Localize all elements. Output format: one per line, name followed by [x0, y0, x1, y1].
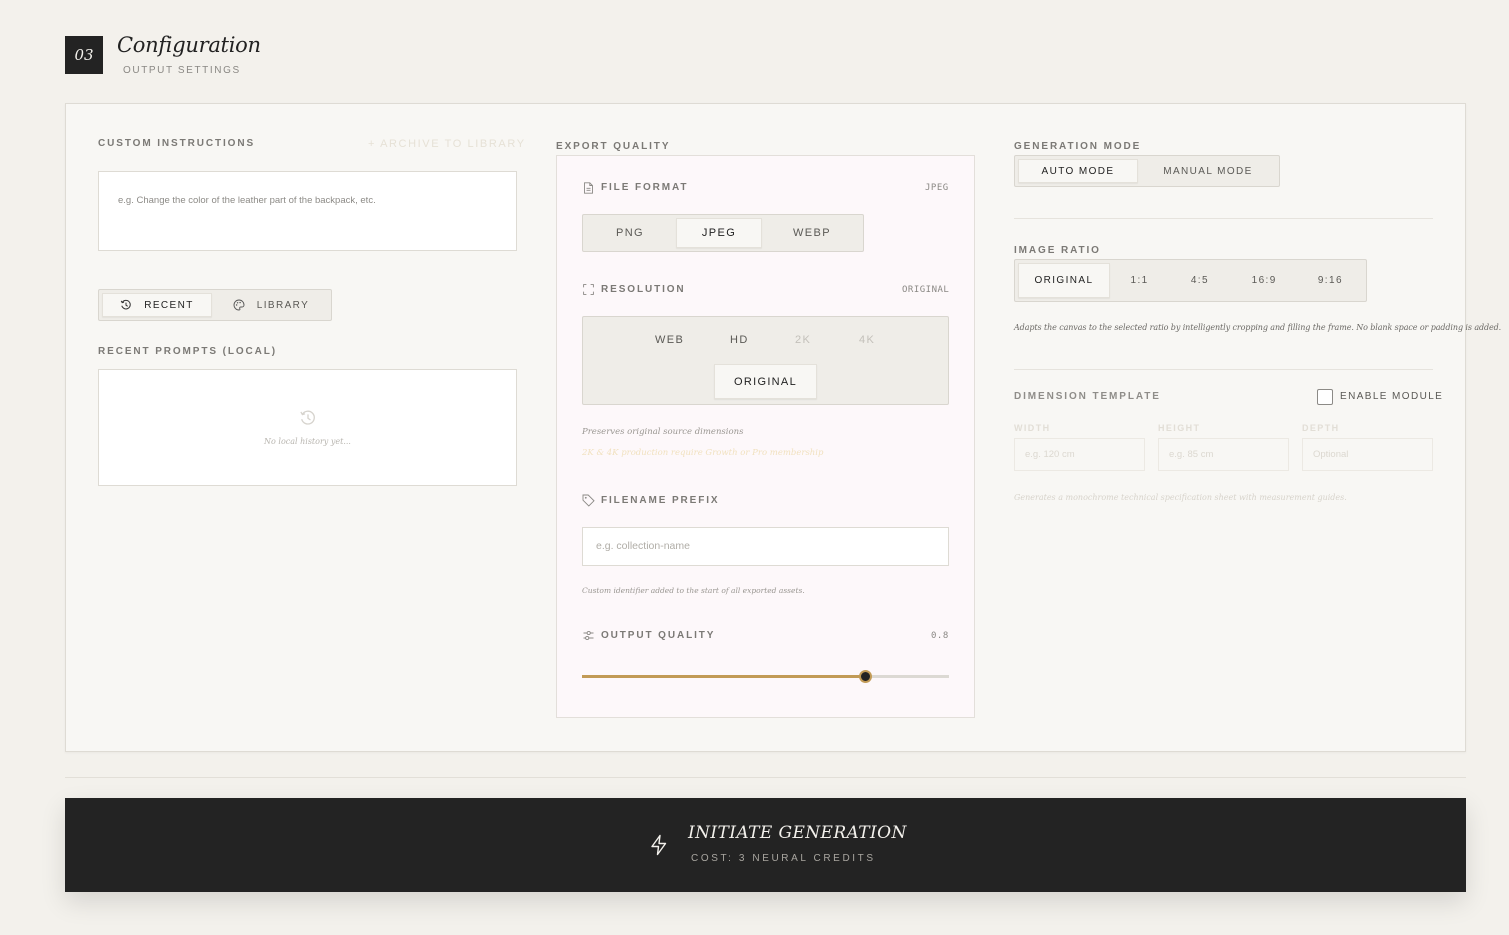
resolution-option-hd[interactable]: HD: [730, 334, 749, 346]
file-format-selector: PNG JPEG WEBP: [582, 214, 864, 252]
file-format-label: FILE FORMAT: [601, 182, 689, 193]
image-ratio-selector: ORIGINAL 1:1 4:5 16:9 9:16: [1014, 259, 1367, 302]
image-ratio-note: Adapts the canvas to the selected ratio …: [1014, 323, 1502, 332]
history-tabs: RECENT LIBRARY: [98, 289, 332, 321]
tab-library[interactable]: LIBRARY: [214, 293, 328, 317]
dimension-template-label: DIMENSION TEMPLATE: [1014, 391, 1161, 402]
sliders-icon: [583, 630, 594, 641]
section-number: 03: [74, 46, 94, 64]
history-empty-text: No local history yet...: [264, 437, 351, 446]
file-format-value: JPEG: [925, 183, 949, 193]
lightning-icon: [649, 834, 669, 856]
depth-label: DEPTH: [1302, 423, 1340, 433]
recent-prompts-list: No local history yet...: [98, 369, 517, 486]
ratio-option-16-9[interactable]: 16:9: [1233, 263, 1296, 298]
ratio-option-original[interactable]: ORIGINAL: [1018, 263, 1110, 298]
output-quality-slider[interactable]: [582, 670, 949, 683]
generation-cost: COST: 3 NEURAL CREDITS: [691, 853, 876, 864]
palette-icon: [233, 299, 245, 311]
mode-option-manual[interactable]: MANUAL MODE: [1140, 159, 1276, 183]
ratio-option-1-1[interactable]: 1:1: [1112, 263, 1167, 298]
image-ratio-label: IMAGE RATIO: [1014, 245, 1101, 256]
dimension-template-note: Generates a monochrome technical specifi…: [1014, 493, 1347, 502]
output-quality-value: 0.8: [931, 631, 949, 641]
recent-prompts-label: RECENT PROMPTS (LOCAL): [98, 346, 278, 357]
width-label: WIDTH: [1014, 423, 1051, 433]
page-subtitle: OUTPUT SETTINGS: [123, 65, 241, 76]
depth-placeholder: Optional: [1313, 449, 1349, 460]
resolution-upsell-note: 2K & 4K production require Growth or Pro…: [582, 448, 824, 458]
filename-prefix-input[interactable]: e.g. collection-name: [582, 527, 949, 566]
resolution-option-2k: 2K: [795, 334, 812, 346]
enable-module-label[interactable]: ENABLE MODULE: [1340, 391, 1443, 402]
custom-instructions-label: CUSTOM INSTRUCTIONS: [98, 138, 256, 149]
height-placeholder: e.g. 85 cm: [1169, 449, 1214, 460]
custom-instructions-placeholder: e.g. Change the color of the leather par…: [118, 195, 376, 206]
ratio-option-9-16[interactable]: 9:16: [1298, 263, 1363, 298]
resolution-value: ORIGINAL: [902, 285, 950, 295]
generation-mode-label: GENERATION MODE: [1014, 141, 1142, 152]
format-option-png[interactable]: PNG: [586, 218, 674, 248]
resolution-option-original[interactable]: ORIGINAL: [714, 364, 817, 399]
section-number-badge: 03: [65, 36, 103, 74]
export-quality-label: EXPORT QUALITY: [556, 141, 671, 152]
filename-prefix-placeholder: e.g. collection-name: [596, 540, 690, 552]
generation-mode-selector: AUTO MODE MANUAL MODE: [1014, 155, 1280, 187]
ratio-option-4-5[interactable]: 4:5: [1169, 263, 1230, 298]
footer-divider: [65, 777, 1466, 778]
initiate-generation-title: INITIATE GENERATION: [688, 823, 907, 843]
resolution-option-4k: 4K: [859, 334, 876, 346]
width-input: e.g. 120 cm: [1014, 438, 1145, 471]
tag-icon: [582, 494, 595, 507]
tab-recent-label: RECENT: [144, 299, 194, 311]
height-input: e.g. 85 cm: [1158, 438, 1289, 471]
width-placeholder: e.g. 120 cm: [1025, 449, 1075, 460]
output-quality-slider-thumb[interactable]: [858, 670, 872, 683]
format-option-jpeg[interactable]: JPEG: [676, 218, 762, 248]
custom-instructions-input[interactable]: e.g. Change the color of the leather par…: [98, 171, 517, 251]
filename-prefix-label: FILENAME PREFIX: [601, 495, 720, 506]
resolution-icon: [583, 284, 594, 295]
file-format-icon: [583, 182, 594, 194]
archive-to-library-link[interactable]: + ARCHIVE TO LIBRARY: [368, 138, 526, 150]
page-title: Configuration: [117, 33, 261, 57]
output-quality-label: OUTPUT QUALITY: [601, 630, 716, 641]
enable-module-checkbox[interactable]: [1317, 389, 1333, 405]
tab-library-label: LIBRARY: [256, 299, 310, 311]
divider: [1014, 218, 1433, 219]
tab-recent[interactable]: RECENT: [102, 293, 212, 317]
mode-option-auto[interactable]: AUTO MODE: [1018, 159, 1138, 183]
divider: [1014, 369, 1433, 370]
resolution-option-web[interactable]: WEB: [655, 334, 684, 346]
initiate-generation-button[interactable]: INITIATE GENERATION COST: 3 NEURAL CREDI…: [65, 798, 1466, 892]
height-label: HEIGHT: [1158, 423, 1201, 433]
history-empty-icon: [299, 409, 317, 427]
resolution-note: Preserves original source dimensions: [582, 427, 744, 437]
depth-input: Optional: [1302, 438, 1433, 471]
format-option-webp[interactable]: WEBP: [764, 218, 860, 248]
output-quality-slider-fill: [582, 675, 865, 678]
resolution-label: RESOLUTION: [601, 284, 686, 295]
history-icon: [120, 299, 132, 311]
filename-prefix-note: Custom identifier added to the start of …: [582, 586, 805, 595]
